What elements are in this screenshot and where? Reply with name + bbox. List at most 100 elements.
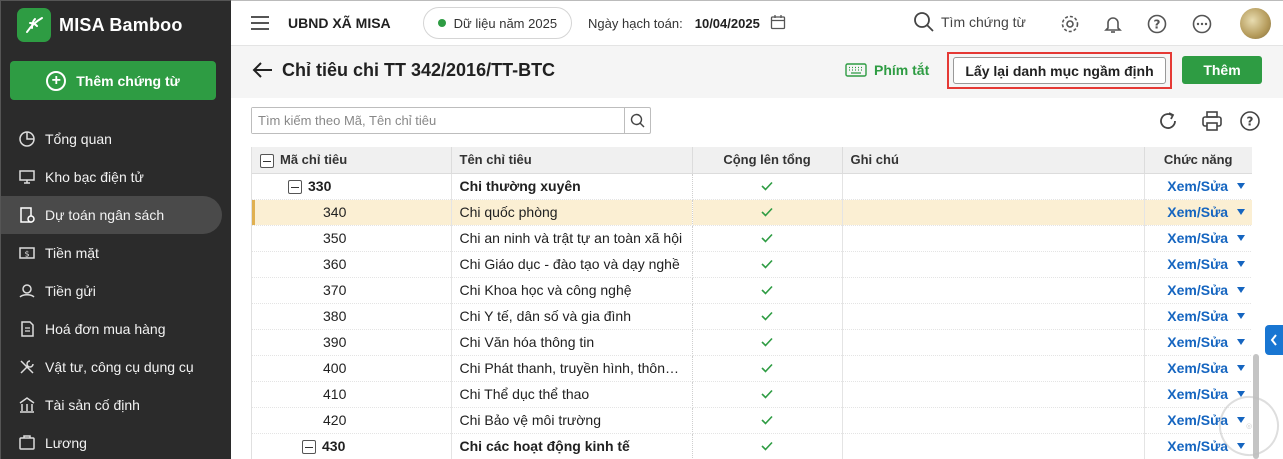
more-options-icon[interactable] [1191, 13, 1213, 35]
cell-name: Chi Phát thanh, truyền hình, thông tấn [451, 355, 693, 382]
reset-default-list-button[interactable]: Lấy lại danh mục ngầm định [953, 57, 1166, 84]
sidebar-item-e-treasury[interactable]: Kho bạc điện tử [1, 158, 232, 196]
cell-sum [692, 407, 843, 434]
view-edit-link[interactable]: Xem/Sửa [1153, 308, 1245, 324]
deposit-icon [17, 281, 37, 301]
cell-code: 370 [252, 277, 452, 304]
hamburger-menu-icon[interactable] [251, 16, 269, 30]
table-row[interactable]: 400 Chi Phát thanh, truyền hình, thông tấ… [252, 355, 1252, 382]
cell-code: 390 [252, 329, 452, 356]
column-header-note[interactable]: Ghi chú [842, 147, 1145, 174]
data-year-selector[interactable]: Dữ liệu năm 2025 [422, 7, 573, 39]
table-row[interactable]: 430 Chi các hoạt động kinh tế Xem/Sửa [252, 433, 1252, 459]
caret-down-icon[interactable] [1237, 365, 1245, 371]
help-icon[interactable]: ? [1146, 13, 1168, 35]
table-row[interactable]: 340 Chi quốc phòng Xem/Sửa [252, 199, 1252, 226]
sidebar-item-salary[interactable]: Lương [1, 424, 232, 459]
sidebar-item-label: Tài sản cố định [45, 397, 140, 413]
shortcut-label: Phím tắt [874, 62, 930, 78]
cell-sum [692, 251, 843, 278]
sidebar-item-cash[interactable]: $ Tiền mặt [1, 234, 232, 272]
cash-icon: $ [17, 243, 37, 263]
collapse-panel-tab[interactable] [1265, 325, 1283, 355]
caret-down-icon[interactable] [1237, 313, 1245, 319]
search-icon[interactable] [624, 108, 650, 133]
accounting-date-value[interactable]: 10/04/2025 [695, 16, 760, 31]
sidebar-item-budget[interactable]: Dự toán ngân sách [1, 196, 222, 234]
print-icon[interactable] [1201, 110, 1223, 132]
table-row[interactable]: 360 Chi Giáo dục - đào tạo và dạy nghề Xem… [252, 251, 1252, 278]
table-row[interactable]: 410 Chi Thể dục thể thao Xem/Sửa [252, 381, 1252, 408]
indicator-table: Mã chỉ tiêu Tên chỉ tiêu Cộng lên tổng G… [252, 147, 1252, 459]
sidebar-item-purchase-invoice[interactable]: Hoá đơn mua hàng [1, 310, 232, 348]
cell-name: Chi Giáo dục - đào tạo và dạy nghề [451, 251, 693, 278]
brand[interactable]: MISA Bamboo [1, 1, 231, 49]
cell-sum [692, 381, 843, 408]
help-icon[interactable]: ? [1239, 110, 1261, 132]
indicator-grid: Mã chỉ tiêu Tên chỉ tiêu Cộng lên tổng G… [251, 147, 1252, 459]
refresh-icon[interactable] [1157, 110, 1179, 132]
title-bar: Chỉ tiêu chi TT 342/2016/TT-BTC Phím tắt… [231, 46, 1283, 98]
add-button[interactable]: Thêm [1182, 56, 1262, 84]
view-edit-link[interactable]: Xem/Sửa [1153, 334, 1245, 350]
sidebar-item-deposit[interactable]: Tiền gửi [1, 272, 232, 310]
collapse-row-icon[interactable] [288, 180, 302, 195]
checkmark-icon [761, 439, 773, 454]
view-edit-link[interactable]: Xem/Sửa [1153, 230, 1245, 246]
sidebar-item-fixed-assets[interactable]: Tài sản cố định [1, 386, 232, 424]
add-document-button[interactable]: + Thêm chứng từ [10, 61, 216, 100]
cell-sum [692, 433, 843, 459]
table-row[interactable]: 370 Chi Khoa học và công nghệ Xem/Sửa [252, 277, 1252, 304]
view-edit-link[interactable]: Xem/Sửa [1153, 386, 1245, 402]
caret-down-icon[interactable] [1237, 235, 1245, 241]
calendar-icon[interactable] [770, 14, 786, 33]
caret-down-icon[interactable] [1237, 261, 1245, 267]
cell-name: Chi Văn hóa thông tin [451, 329, 693, 356]
add-document-label: Thêm chứng từ [76, 72, 180, 89]
checkmark-icon [761, 309, 773, 324]
view-edit-link[interactable]: Xem/Sửa [1153, 256, 1245, 272]
sidebar-item-materials-tools[interactable]: Vật tư, công cụ dụng cụ [1, 348, 232, 386]
cell-code: 410 [252, 381, 452, 408]
cell-note [842, 433, 1145, 459]
shortcut-button[interactable]: Phím tắt [845, 62, 929, 78]
caret-down-icon[interactable] [1237, 209, 1245, 215]
document-search[interactable]: Tìm chứng từ [913, 11, 1026, 33]
table-body: 330 Chi thường xuyên Xem/Sửa 340 Chi quốc ph… [252, 173, 1252, 459]
table-row[interactable]: 330 Chi thường xuyên Xem/Sửa [252, 173, 1252, 200]
caret-down-icon[interactable] [1237, 183, 1245, 189]
indicator-search-input[interactable] [252, 108, 624, 133]
checkmark-icon [761, 387, 773, 402]
column-header-name[interactable]: Tên chỉ tiêu [451, 147, 693, 174]
back-arrow-icon[interactable] [251, 60, 273, 83]
table-row[interactable]: 350 Chi an ninh và trật tự an toàn xã hội… [252, 225, 1252, 252]
plus-circle-icon: + [46, 70, 67, 91]
cell-name: Chi quốc phòng [451, 199, 693, 226]
cell-actions: Xem/Sửa [1144, 199, 1252, 226]
view-edit-link[interactable]: Xem/Sửa [1153, 282, 1245, 298]
table-row[interactable]: 380 Chi Y tế, dân số và gia đình Xem/Sửa [252, 303, 1252, 330]
caret-down-icon[interactable] [1237, 339, 1245, 345]
avatar[interactable] [1240, 8, 1271, 39]
collapse-all-icon[interactable] [260, 153, 274, 168]
caret-down-icon[interactable] [1237, 287, 1245, 293]
cell-sum [692, 355, 843, 382]
data-year-label: Dữ liệu năm 2025 [453, 15, 558, 31]
view-edit-link[interactable]: Xem/Sửa [1153, 178, 1245, 194]
sidebar-item-overview[interactable]: Tổng quan [1, 120, 232, 158]
cell-name: Chi thường xuyên [451, 173, 693, 200]
cell-code: 430 [252, 433, 452, 459]
sidebar-item-label: Tổng quan [45, 131, 112, 147]
cell-name: Chi Khoa học và công nghệ [451, 277, 693, 304]
column-header-code[interactable]: Mã chỉ tiêu [252, 147, 452, 174]
chevron-left-icon [1270, 334, 1277, 346]
gear-icon[interactable] [1059, 13, 1081, 35]
table-row[interactable]: 390 Chi Văn hóa thông tin Xem/Sửa [252, 329, 1252, 356]
view-edit-link[interactable]: Xem/Sửa [1153, 360, 1245, 376]
view-edit-link[interactable]: Xem/Sửa [1153, 204, 1245, 220]
collapse-row-icon[interactable] [302, 440, 316, 455]
column-header-sum[interactable]: Cộng lên tổng [692, 147, 843, 174]
org-name: UBND XÃ MISA [288, 15, 391, 31]
table-row[interactable]: 420 Chi Bảo vệ môi trường Xem/Sửa [252, 407, 1252, 434]
bell-icon[interactable] [1102, 13, 1124, 35]
